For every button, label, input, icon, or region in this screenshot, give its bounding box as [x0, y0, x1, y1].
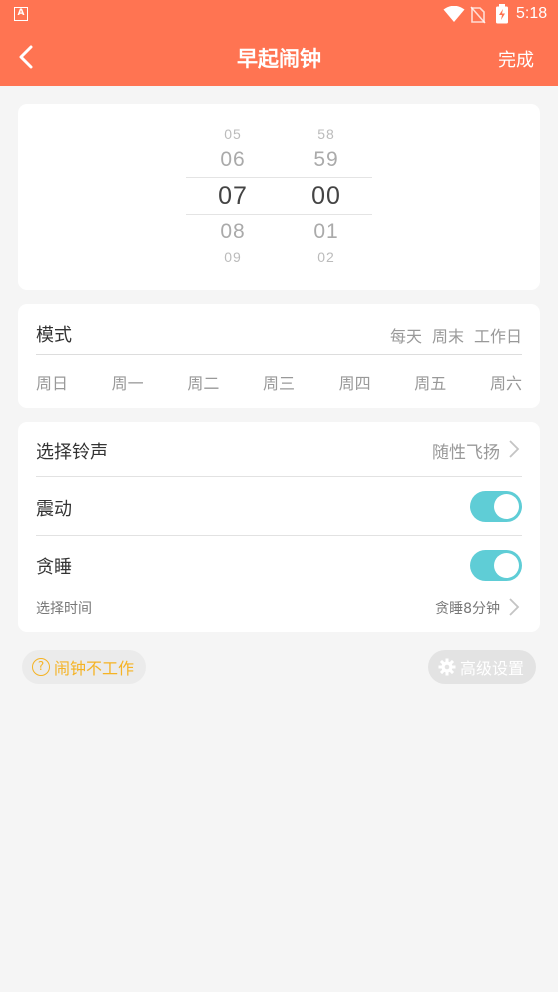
- toggle-knob: [494, 494, 519, 519]
- day-monday[interactable]: 周一: [112, 370, 144, 394]
- time-picker[interactable]: 05 06 07 08 09 58 59 00 01 02: [18, 104, 540, 290]
- picker-selection-top-line: [186, 177, 372, 178]
- mode-label: 模式: [36, 325, 72, 346]
- mode-weekend[interactable]: 周末: [432, 323, 464, 347]
- hour-option[interactable]: 05: [193, 126, 273, 142]
- app-notification-icon: A: [14, 7, 28, 21]
- mode-workday[interactable]: 工作日: [474, 323, 522, 347]
- snooze-row: 贪睡: [36, 537, 522, 591]
- snooze-time-row[interactable]: 选择时间 贪睡8分钟: [36, 594, 522, 624]
- minute-option[interactable]: 01: [286, 220, 366, 244]
- snooze-toggle[interactable]: [470, 550, 522, 581]
- minute-option[interactable]: 02: [286, 249, 366, 265]
- picker-selection-bottom-line: [186, 214, 372, 215]
- chevron-right-icon: [509, 440, 520, 458]
- chevron-right-icon: [509, 598, 520, 616]
- day-thursday[interactable]: 周四: [339, 370, 371, 394]
- day-sunday[interactable]: 周日: [36, 370, 68, 394]
- ringtone-row[interactable]: 选择铃声 随性飞扬: [36, 422, 522, 476]
- snooze-label: 贪睡: [36, 557, 72, 578]
- header: 早起闹钟 完成: [0, 28, 558, 86]
- mode-quick-select: 每天 周末 工作日: [390, 323, 522, 347]
- mode-card: 模式 每天 周末 工作日 周日 周一 周二 周三 周四 周五 周六: [18, 304, 540, 408]
- battery-icon: [496, 4, 508, 24]
- hour-selected[interactable]: 07: [193, 182, 273, 211]
- vibrate-row: 震动: [36, 477, 522, 535]
- advanced-settings-button[interactable]: 高级设置: [427, 650, 536, 684]
- minute-option[interactable]: 58: [286, 126, 366, 142]
- day-friday[interactable]: 周五: [414, 370, 446, 394]
- divider: [36, 354, 522, 355]
- mode-everyday[interactable]: 每天: [390, 323, 422, 347]
- day-saturday[interactable]: 周六: [490, 370, 522, 394]
- divider: [36, 535, 522, 536]
- wifi-icon: [443, 6, 465, 22]
- question-icon: ?: [32, 658, 50, 676]
- vibrate-toggle[interactable]: [470, 491, 522, 522]
- minute-option[interactable]: 59: [286, 148, 366, 172]
- toggle-knob: [494, 553, 519, 578]
- weekday-selector: 周日 周一 周二 周三 周四 周五 周六: [36, 370, 522, 394]
- minute-selected[interactable]: 00: [286, 182, 366, 211]
- ringtone-label: 选择铃声: [36, 442, 108, 463]
- status-bar: A 5:18: [0, 0, 558, 28]
- hour-option[interactable]: 06: [193, 148, 273, 172]
- day-tuesday[interactable]: 周二: [187, 370, 219, 394]
- hour-option[interactable]: 08: [193, 220, 273, 244]
- alarm-not-working-button[interactable]: ? 闹钟不工作: [22, 650, 147, 684]
- vibrate-label: 震动: [36, 499, 72, 520]
- status-time: 5:18: [516, 5, 548, 22]
- snooze-time-value: 贪睡8分钟: [435, 601, 500, 617]
- alarm-not-working-label: 闹钟不工作: [54, 659, 135, 678]
- advanced-settings-label: 高级设置: [459, 659, 524, 678]
- done-button[interactable]: 完成: [498, 46, 534, 72]
- snooze-time-label: 选择时间: [36, 601, 92, 617]
- day-wednesday[interactable]: 周三: [263, 370, 295, 394]
- ringtone-value: 随性飞扬: [432, 443, 500, 463]
- hour-option[interactable]: 09: [193, 249, 273, 265]
- gear-icon: [438, 658, 456, 676]
- page-title: 早起闹钟: [237, 47, 321, 71]
- settings-card: 选择铃声 随性飞扬 震动 贪睡 选择时间 贪睡8分钟: [18, 422, 540, 632]
- no-sim-icon: [470, 6, 486, 24]
